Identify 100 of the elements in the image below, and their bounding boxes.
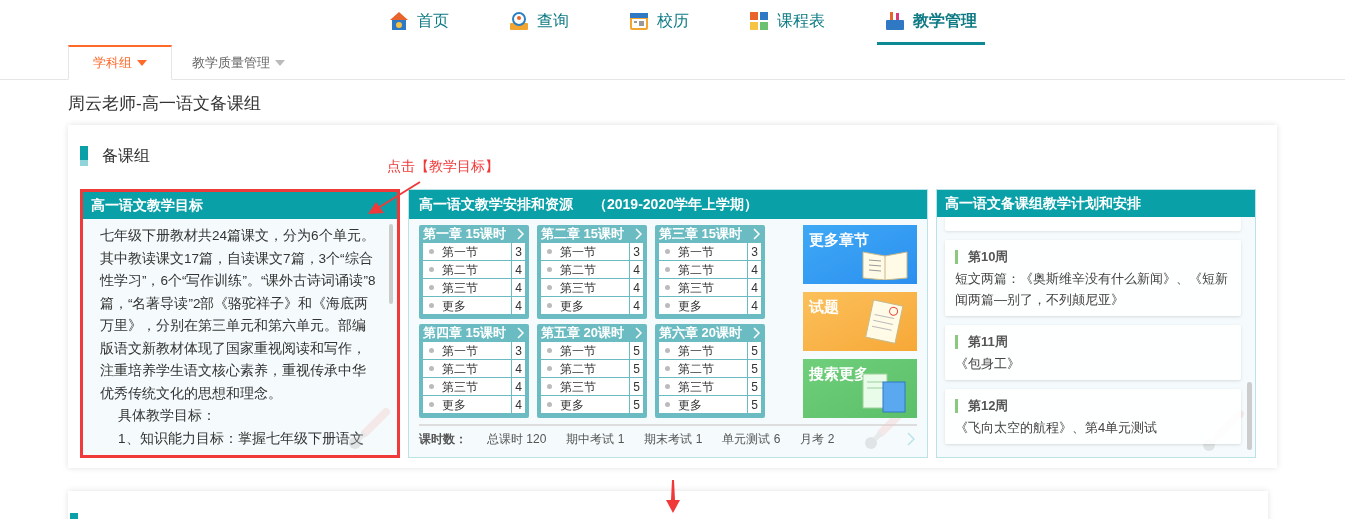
bullet-icon (547, 267, 552, 272)
section-count: 4 (514, 397, 523, 413)
summary-item: 总课时 120 (487, 431, 547, 448)
section-count: 4 (514, 361, 523, 377)
nav-tab[interactable]: 查询 (500, 0, 577, 45)
section-count: 5 (750, 361, 759, 377)
section-count: 5 (632, 379, 641, 395)
section-link[interactable]: 更多 (678, 296, 702, 315)
nav-tab[interactable]: 校历 (620, 0, 697, 45)
section-count: 4 (750, 262, 759, 278)
bullet-icon (547, 249, 552, 254)
section-link[interactable]: 更多 (442, 296, 466, 315)
section-link[interactable]: 第一节 (560, 242, 596, 261)
scrollbar (1247, 382, 1252, 450)
pencil-cup-icon (884, 11, 905, 31)
section-link[interactable]: 更多 (678, 395, 702, 414)
bullet-icon (429, 366, 434, 371)
week-marker (955, 399, 958, 413)
section-link[interactable]: 第三节 (560, 377, 596, 396)
section-link[interactable]: 第一节 (678, 341, 714, 360)
house-icon (388, 11, 409, 31)
section-link[interactable]: 第三节 (678, 377, 714, 396)
section-link[interactable]: 第三节 (678, 278, 714, 297)
section-link[interactable]: 第二节 (678, 359, 714, 378)
section-link[interactable]: 第一节 (678, 242, 714, 261)
section-link[interactable]: 第二节 (560, 359, 596, 378)
section-count: 4 (514, 262, 523, 278)
week-text: 《包身工》 (955, 355, 1021, 373)
caret-icon (275, 59, 285, 66)
bullet-icon (665, 366, 670, 371)
section-count: 5 (750, 397, 759, 413)
section-count: 4 (514, 379, 523, 395)
section-count: 4 (632, 262, 641, 278)
grid-icon (748, 11, 769, 31)
nav-tab[interactable]: 首页 (380, 0, 457, 45)
section-link[interactable]: 更多 (560, 395, 584, 414)
bullet-icon (547, 303, 552, 308)
section-link[interactable]: 第二节 (442, 359, 478, 378)
chevron-right-icon[interactable] (907, 432, 915, 446)
section-link[interactable]: 第二节 (560, 260, 596, 279)
panel-header: 高一语文教学安排和资源 (419, 195, 573, 214)
goal-paragraph: 七年级下册教材共24篇课文，分为6个单元。其中教读课文17篇，自读课文7篇，3个“综合性学习”，6个“写作训练”。“课外古诗词诵读”8篇，“名著导读”2部《骆驼祥子》和《海底两万里》，分别在第三单元和第六单元。部编版语文新教材体现了国家重视阅读和写作，注重培养学生语文核心素养，重视传承中华优秀传统文化的思想和理念。 (100, 227, 377, 403)
bullet-icon (429, 348, 434, 353)
bullet-icon (547, 384, 552, 389)
annotation-text: 点击【教学目标】 (387, 157, 499, 176)
week-title: 第10周 (968, 248, 1009, 267)
section-count: 4 (514, 298, 523, 314)
bullet-icon (547, 402, 552, 407)
section-count: 5 (750, 379, 759, 395)
section-link[interactable]: 第一节 (442, 242, 478, 261)
bullet-icon (429, 402, 434, 407)
bullet-icon (665, 285, 670, 290)
bullet-icon (429, 285, 434, 290)
section-link[interactable]: 第二节 (678, 260, 714, 279)
section-marker (80, 146, 88, 166)
bullet-icon (665, 267, 670, 272)
section-count: 3 (750, 244, 759, 260)
subnav-tab[interactable]: 教学质量管理 (172, 45, 305, 80)
bullet-icon (547, 285, 552, 290)
summary-item: 期末考试 1 (644, 431, 703, 448)
summary-item: 期中考试 1 (566, 431, 625, 448)
bullet-icon (547, 348, 552, 353)
down-arrow (666, 480, 680, 513)
week-marker (955, 335, 958, 349)
bullet-icon (429, 249, 434, 254)
nav-tab[interactable]: 教学管理 (876, 0, 985, 45)
section-title: 备课组 (102, 146, 150, 166)
section-link[interactable]: 第一节 (560, 341, 596, 360)
panel-header-period: （2019-2020学年上学期） (593, 195, 758, 214)
week-title: 第11周 (968, 333, 1008, 352)
section-count: 4 (632, 280, 641, 296)
week-text: 《飞向太空的航程》、第4单元测试 (955, 419, 1159, 437)
section-link[interactable]: 第三节 (560, 278, 596, 297)
nav-tab[interactable]: 课程表 (740, 0, 833, 45)
section-count: 5 (750, 343, 759, 359)
bullet-icon (665, 402, 670, 407)
section-link[interactable]: 第二节 (442, 260, 478, 279)
panel-header: 高一语文教学目标 (83, 192, 397, 219)
section-link[interactable]: 第一节 (442, 341, 478, 360)
goal-line: 1、知识能力目标：掌握七年级下册语文 (117, 429, 365, 448)
bullet-icon (429, 267, 434, 272)
section-link[interactable]: 更多 (442, 395, 466, 414)
summary-label: 课时数： (419, 431, 467, 448)
week-text: 短文两篇：《奥斯维辛没有什么新闻》、《短新闻两篇—别了，不列颠尼亚》 (955, 270, 1229, 309)
section-link[interactable]: 第三节 (442, 278, 478, 297)
section-count: 4 (632, 298, 641, 314)
bullet-icon (547, 366, 552, 371)
summary-item: 单元测试 6 (722, 431, 781, 448)
section-link[interactable]: 更多 (560, 296, 584, 315)
section-count: 3 (632, 244, 641, 260)
book-icon (861, 248, 909, 280)
section-count: 5 (632, 343, 641, 359)
bullet-icon (429, 384, 434, 389)
page-title: 周云老师-高一语文备课组 (68, 93, 261, 115)
section-link[interactable]: 第三节 (442, 377, 478, 396)
section-count: 4 (514, 280, 523, 296)
section-count: 3 (514, 244, 523, 260)
bullet-icon (665, 303, 670, 308)
bullet-icon (429, 303, 434, 308)
section-count: 4 (750, 298, 759, 314)
